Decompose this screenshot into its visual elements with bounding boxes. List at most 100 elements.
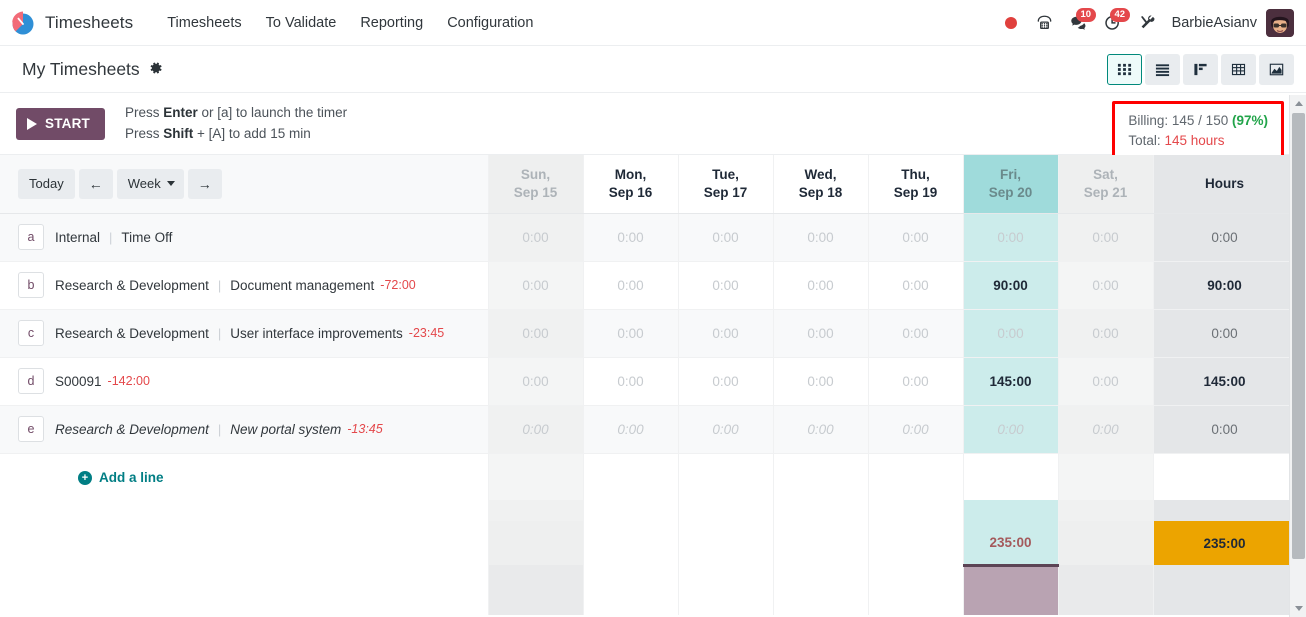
grid-cell[interactable]: 0:00 — [1058, 309, 1154, 358]
add-line-cell: + Add a line — [0, 453, 489, 500]
grid-cell[interactable]: 0:00 — [678, 357, 774, 406]
row-task[interactable]: Document management — [230, 278, 374, 293]
phone-dialpad-icon[interactable] — [1028, 6, 1062, 40]
column-header-sat[interactable]: Sat, Sep 21 — [1058, 155, 1154, 214]
grid-cell[interactable]: 90:00 — [963, 261, 1059, 310]
menu-item-to-validate[interactable]: To Validate — [254, 10, 349, 36]
row-project[interactable]: Research & Development — [55, 326, 209, 341]
scrollbar-thumb[interactable] — [1292, 113, 1305, 559]
previous-period-button[interactable]: ← — [78, 168, 113, 199]
row-project[interactable]: Research & Development — [55, 278, 209, 293]
timer-logo-icon[interactable] — [10, 10, 36, 36]
grid-cell[interactable]: 0:00 — [583, 309, 679, 358]
row-shortcut-badge[interactable]: c — [18, 320, 44, 346]
spacer-cell — [488, 500, 584, 521]
grid-cell[interactable]: 0:00 — [868, 309, 964, 358]
grid-cell[interactable]: 0:00 — [488, 309, 584, 358]
column-header-sun[interactable]: Sun, Sep 15 — [488, 155, 584, 214]
grid-cell[interactable]: 0:00 — [773, 261, 869, 310]
row-shortcut-badge[interactable]: d — [18, 368, 44, 394]
row-task[interactable]: User interface improvements — [230, 326, 403, 341]
row-remaining: -23:45 — [408, 326, 445, 340]
row-separator: | — [109, 229, 113, 245]
row-project[interactable]: Research & Development — [55, 422, 209, 437]
brand-name[interactable]: Timesheets — [45, 13, 133, 33]
username[interactable]: BarbieAsianv — [1172, 15, 1257, 31]
grid-cell[interactable]: 0:00 — [583, 357, 679, 406]
progress-filler — [488, 565, 584, 615]
list-view-button[interactable] — [1145, 53, 1180, 85]
progress-filler — [773, 565, 869, 615]
grid-cell[interactable]: 0:00 — [773, 213, 869, 262]
grid-cell[interactable]: 0:00 — [868, 357, 964, 406]
grid-cell[interactable]: 0:00 — [773, 309, 869, 358]
row-shortcut-badge[interactable]: b — [18, 272, 44, 298]
row-shortcut-badge[interactable]: e — [18, 416, 44, 442]
row-label: e Research & Development | New portal sy… — [0, 405, 489, 454]
grid-cell[interactable]: 0:00 — [963, 309, 1059, 358]
column-header-tue[interactable]: Tue, Sep 17 — [678, 155, 774, 214]
messages-icon[interactable]: 10 — [1062, 6, 1096, 40]
today-button[interactable]: Today — [18, 168, 75, 199]
grid-cell[interactable]: 0:00 — [583, 261, 679, 310]
billing-label: Billing: 145 / 150 — [1128, 113, 1229, 128]
grid-cell[interactable]: 0:00 — [1058, 213, 1154, 262]
vertical-scrollbar[interactable] — [1289, 95, 1306, 617]
grid-cell[interactable]: 0:00 — [868, 261, 964, 310]
grid-cell[interactable]: 0:00 — [488, 261, 584, 310]
grid-cell[interactable]: 0:00 — [488, 357, 584, 406]
tools-wrench-icon[interactable] — [1130, 6, 1164, 40]
grid-cell[interactable]: 0:00 — [488, 405, 584, 454]
grid-view-button[interactable] — [1107, 53, 1142, 85]
grid-cell[interactable]: 0:00 — [963, 405, 1059, 454]
grid-cell[interactable]: 0:00 — [773, 357, 869, 406]
row-total: 0:00 — [1153, 309, 1297, 358]
add-a-line-button[interactable]: + Add a line — [78, 470, 164, 485]
column-header-wed[interactable]: Wed, Sep 18 — [773, 155, 869, 214]
period-select[interactable]: Week — [116, 168, 184, 199]
menu-item-timesheets[interactable]: Timesheets — [155, 10, 253, 36]
activities-clock-icon[interactable]: 42 — [1096, 6, 1130, 40]
row-task[interactable]: Time Off — [121, 230, 172, 245]
grand-total: 235:00 — [1153, 521, 1297, 565]
graph-view-button[interactable] — [1259, 53, 1294, 85]
grid-cell[interactable]: 0:00 — [678, 405, 774, 454]
row-shortcut-badge[interactable]: a — [18, 224, 44, 250]
grid-cell[interactable]: 0:00 — [868, 405, 964, 454]
grid-cell[interactable]: 0:00 — [868, 213, 964, 262]
grid-cell[interactable]: 0:00 — [678, 309, 774, 358]
grid-cell[interactable]: 0:00 — [773, 405, 869, 454]
menu-item-reporting[interactable]: Reporting — [348, 10, 435, 36]
record-dot-icon[interactable] — [994, 6, 1028, 40]
row-total: 0:00 — [1153, 213, 1297, 262]
next-period-button[interactable]: → — [187, 168, 222, 199]
row-project[interactable]: S00091 — [55, 374, 102, 389]
column-header-thu[interactable]: Thu, Sep 19 — [868, 155, 964, 214]
kanban-view-button[interactable] — [1183, 53, 1218, 85]
grid-cell[interactable]: 0:00 — [583, 213, 679, 262]
add-line-filler — [678, 453, 774, 500]
row-project[interactable]: Internal — [55, 230, 100, 245]
grid-cell[interactable]: 0:00 — [1058, 357, 1154, 406]
row-task[interactable]: New portal system — [230, 422, 341, 437]
grid-cell[interactable]: 0:00 — [583, 405, 679, 454]
menu-item-configuration[interactable]: Configuration — [435, 10, 545, 36]
grid-cell[interactable]: 0:00 — [1058, 261, 1154, 310]
grid-cell[interactable]: 0:00 — [1058, 405, 1154, 454]
scroll-up-icon[interactable] — [1290, 95, 1306, 112]
column-header-mon[interactable]: Mon, Sep 16 — [583, 155, 679, 214]
pivot-view-button[interactable] — [1221, 53, 1256, 85]
start-timer-button[interactable]: START — [16, 107, 105, 140]
systray: 10 42 BarbieAsianv — [994, 6, 1294, 40]
column-header-fri-today[interactable]: Fri, Sep 20 — [963, 155, 1059, 214]
grid-cell[interactable]: 0:00 — [678, 261, 774, 310]
gear-icon[interactable] — [149, 61, 163, 77]
control-panel: My Timesheets Search... — [0, 46, 1306, 131]
grid-cell[interactable]: 0:00 — [678, 213, 774, 262]
grid-cell[interactable]: 145:00 — [963, 357, 1059, 406]
grid-cell[interactable]: 0:00 — [963, 213, 1059, 262]
avatar[interactable] — [1266, 8, 1294, 37]
grid-cell[interactable]: 0:00 — [488, 213, 584, 262]
scroll-down-icon[interactable] — [1290, 600, 1306, 617]
row-separator: | — [217, 325, 222, 341]
